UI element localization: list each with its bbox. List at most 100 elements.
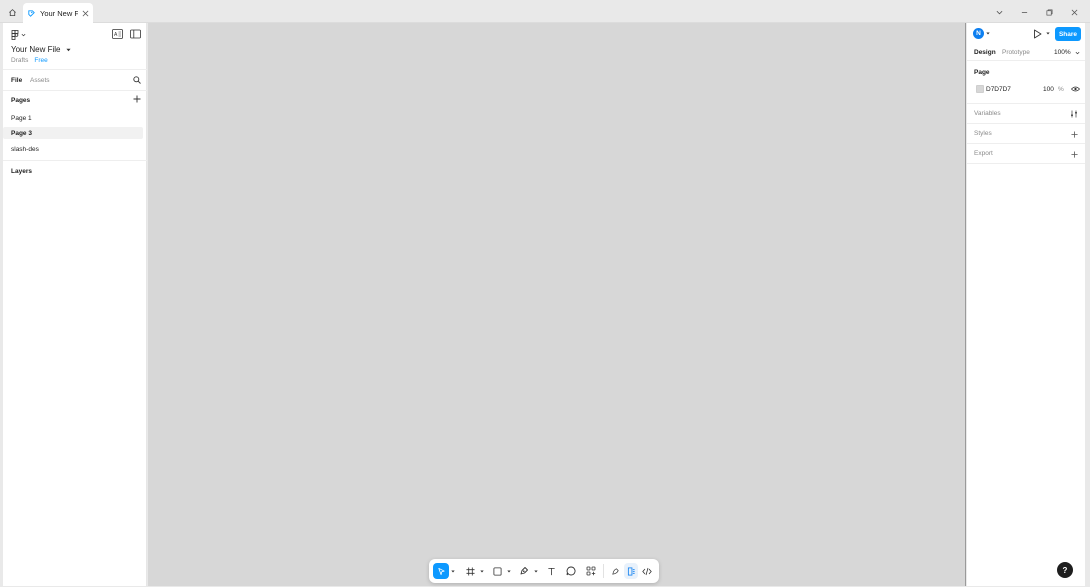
bottom-toolbar bbox=[429, 559, 659, 583]
actions-button[interactable] bbox=[583, 563, 599, 579]
variables-settings-button[interactable] bbox=[1069, 109, 1079, 119]
chevron-down-icon bbox=[21, 33, 26, 37]
add-export-button[interactable] bbox=[1069, 149, 1079, 159]
toggle-visibility-button[interactable] bbox=[1071, 85, 1080, 93]
frame-tool-button[interactable] bbox=[462, 563, 478, 579]
svg-text:A: A bbox=[114, 32, 118, 38]
tab-file[interactable]: File bbox=[11, 77, 22, 84]
plan-badge[interactable]: Free bbox=[34, 57, 47, 64]
home-button[interactable] bbox=[3, 4, 21, 20]
page-item-page-1[interactable]: Page 1 bbox=[3, 112, 143, 124]
tab-title: Your New File bbox=[40, 8, 78, 18]
move-tool-button[interactable] bbox=[433, 563, 449, 579]
rectangle-icon bbox=[492, 566, 502, 576]
chevron-down-icon bbox=[1046, 32, 1050, 35]
page-color-value[interactable]: D7D7D7 bbox=[986, 86, 1011, 93]
minimize-icon bbox=[1021, 11, 1027, 13]
tab-assets[interactable]: Assets bbox=[30, 77, 50, 84]
comment-tool-button[interactable] bbox=[563, 563, 579, 579]
pen-tool-button[interactable] bbox=[516, 563, 532, 579]
left-panel-tabs: File Assets bbox=[3, 71, 147, 91]
ui3-toggle-button[interactable]: A bbox=[112, 29, 123, 39]
variables-section[interactable]: Variables bbox=[967, 104, 1085, 124]
play-icon bbox=[1034, 29, 1042, 39]
chevron-down-icon bbox=[1075, 51, 1080, 54]
chevron-down-icon bbox=[986, 32, 990, 35]
close-icon bbox=[1071, 9, 1077, 15]
shape-tool-dropdown[interactable] bbox=[505, 563, 512, 579]
restore-icon bbox=[1046, 9, 1052, 15]
plus-icon bbox=[133, 95, 141, 103]
dev-mode-icon bbox=[642, 567, 652, 575]
tabs-dropdown-button[interactable] bbox=[990, 4, 1008, 20]
file-icon bbox=[28, 9, 35, 17]
zoom-dropdown[interactable]: 100% bbox=[1054, 49, 1080, 56]
draw-mode-button[interactable] bbox=[608, 563, 622, 579]
move-tool-dropdown[interactable] bbox=[449, 563, 456, 579]
design-mode-icon bbox=[627, 566, 635, 576]
canvas[interactable] bbox=[148, 23, 966, 586]
sidebar-icon bbox=[130, 29, 141, 39]
dev-mode-button[interactable] bbox=[640, 563, 654, 579]
frame-tool-dropdown[interactable] bbox=[478, 563, 485, 579]
divider bbox=[3, 160, 147, 161]
chevron-down-icon bbox=[506, 570, 511, 572]
export-label: Export bbox=[974, 150, 993, 157]
close-icon bbox=[82, 10, 89, 16]
avatar-dropdown[interactable] bbox=[986, 32, 990, 35]
design-mode-button[interactable] bbox=[624, 563, 638, 579]
home-icon bbox=[8, 8, 16, 16]
shape-tool-button[interactable] bbox=[489, 563, 505, 579]
present-dropdown[interactable] bbox=[1046, 32, 1050, 35]
tab-close-button[interactable] bbox=[82, 10, 89, 17]
chevron-down-icon bbox=[65, 48, 71, 51]
minimize-button[interactable] bbox=[1015, 4, 1033, 20]
eye-icon bbox=[1071, 86, 1080, 92]
tab-prototype[interactable]: Prototype bbox=[1002, 49, 1030, 56]
plus-icon bbox=[1070, 130, 1078, 138]
move-icon bbox=[437, 567, 445, 575]
page-color-swatch[interactable] bbox=[976, 85, 984, 93]
help-button[interactable]: ? bbox=[1057, 562, 1073, 578]
zoom-level: 100% bbox=[1054, 49, 1071, 56]
add-page-button[interactable] bbox=[133, 95, 141, 103]
actions-icon bbox=[586, 566, 596, 576]
restore-button[interactable] bbox=[1040, 4, 1058, 20]
draw-icon bbox=[611, 567, 619, 575]
chevron-down-icon bbox=[479, 570, 484, 572]
percent-label: % bbox=[1058, 86, 1064, 93]
file-title: Your New File bbox=[11, 45, 61, 54]
frame-icon bbox=[465, 566, 475, 576]
main-menu-button[interactable] bbox=[11, 30, 26, 40]
pen-tool-dropdown[interactable] bbox=[532, 563, 539, 579]
page-heading: Page bbox=[974, 69, 990, 76]
tab-design[interactable]: Design bbox=[974, 49, 996, 56]
present-button[interactable] bbox=[1033, 29, 1042, 39]
file-tab[interactable]: Your New File bbox=[23, 3, 93, 23]
left-panel: A Your New File Drafts Free File Assets … bbox=[3, 23, 147, 586]
drafts-link[interactable]: Drafts bbox=[11, 57, 28, 64]
add-style-button[interactable] bbox=[1069, 129, 1079, 139]
sliders-icon bbox=[1071, 110, 1077, 118]
page-opacity-value[interactable]: 100 bbox=[1043, 86, 1054, 93]
comment-icon bbox=[566, 566, 576, 576]
export-section[interactable]: Export bbox=[967, 144, 1085, 164]
toggle-sidebar-button[interactable] bbox=[130, 29, 141, 39]
window-close-button[interactable] bbox=[1065, 4, 1083, 20]
chevron-down-icon bbox=[450, 570, 455, 572]
search-button[interactable] bbox=[133, 76, 141, 84]
page-item-slash-des[interactable]: slash-des bbox=[3, 143, 143, 155]
plus-icon bbox=[1070, 150, 1078, 158]
file-title-button[interactable]: Your New File bbox=[11, 45, 71, 54]
pen-icon bbox=[520, 567, 528, 575]
layers-heading: Layers bbox=[11, 168, 32, 175]
styles-section[interactable]: Styles bbox=[967, 124, 1085, 144]
chevron-down-icon bbox=[996, 10, 1002, 14]
avatar[interactable]: N bbox=[973, 28, 984, 39]
share-button[interactable]: Share bbox=[1055, 27, 1081, 41]
chevron-down-icon bbox=[533, 570, 538, 572]
toolbar-divider bbox=[603, 564, 604, 578]
text-tool-button[interactable] bbox=[543, 563, 559, 579]
page-item-page-3[interactable]: Page 3 bbox=[3, 127, 143, 139]
file-header: A Your New File Drafts Free bbox=[3, 23, 147, 70]
